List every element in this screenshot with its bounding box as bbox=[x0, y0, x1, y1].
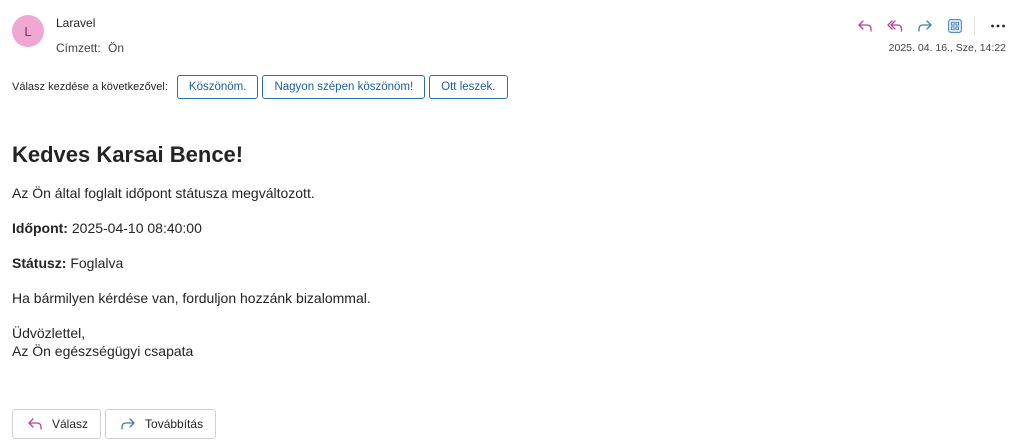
reply-action-button[interactable]: Válasz bbox=[12, 409, 102, 439]
forward-button[interactable] bbox=[910, 14, 940, 38]
forward-action-button[interactable]: Továbbítás bbox=[105, 409, 217, 439]
suggested-replies-label: Válasz kezdése a következővel: bbox=[12, 81, 168, 93]
closing: Üdvözlettel, bbox=[12, 325, 86, 341]
suggested-reply-chip[interactable]: Ott leszek. bbox=[429, 75, 508, 99]
status-line: Státusz: Foglalva bbox=[12, 254, 371, 272]
forward-icon bbox=[121, 418, 135, 430]
recipient-label: Címzett: bbox=[56, 41, 101, 55]
forward-action-label: Továbbítás bbox=[145, 417, 204, 431]
reply-button[interactable] bbox=[850, 14, 880, 38]
message-toolbar bbox=[850, 14, 1013, 38]
suggested-reply-chip[interactable]: Köszönöm. bbox=[176, 75, 259, 99]
forward-icon bbox=[918, 20, 932, 32]
email-reading-pane: L Laravel Címzett: Ön 2025. 04. 16., Sze… bbox=[0, 0, 1025, 446]
message-body: Kedves Karsai Bence! Az Ön által foglalt… bbox=[12, 142, 371, 377]
signature: Az Ön egészségügyi csapata bbox=[12, 343, 194, 359]
sender-name[interactable]: Laravel bbox=[56, 16, 95, 30]
reply-icon bbox=[858, 20, 872, 32]
more-icon bbox=[991, 24, 1005, 28]
apps-button[interactable] bbox=[940, 14, 970, 38]
message-signoff: Üdvözlettel, Az Ön egészségügyi csapata bbox=[12, 324, 371, 360]
more-options-button[interactable] bbox=[983, 14, 1013, 38]
message-datetime: 2025. 04. 16., Sze, 14:22 bbox=[888, 42, 1006, 54]
appointment-value: 2025-04-10 08:40:00 bbox=[71, 220, 202, 236]
reply-action-label: Válasz bbox=[52, 417, 89, 431]
appointment-line: Időpont: 2025-04-10 08:40:00 bbox=[12, 219, 371, 237]
message-actions: Válasz Továbbítás bbox=[12, 409, 220, 439]
apps-icon bbox=[948, 19, 962, 33]
avatar[interactable]: L bbox=[12, 15, 44, 47]
status-label: Státusz: bbox=[12, 255, 67, 271]
reply-icon bbox=[28, 418, 42, 430]
recipient-name[interactable]: Ön bbox=[108, 41, 124, 55]
suggested-reply-chip[interactable]: Nagyon szépen köszönöm! bbox=[262, 75, 426, 99]
reply-all-icon bbox=[887, 20, 903, 32]
suggested-replies: Válasz kezdése a következővel: Köszönöm.… bbox=[12, 75, 512, 99]
recipient-line: Címzett: Ön bbox=[56, 41, 124, 55]
reply-all-button[interactable] bbox=[880, 14, 910, 38]
message-line: Az Ön által foglalt időpont státusza meg… bbox=[12, 185, 315, 201]
message-greeting: Kedves Karsai Bence! bbox=[12, 142, 244, 167]
avatar-initial: L bbox=[24, 23, 32, 39]
toolbar-divider bbox=[974, 17, 975, 35]
appointment-label: Időpont: bbox=[12, 220, 68, 236]
message-line: Ha bármilyen kérdése van, forduljon hozz… bbox=[12, 290, 371, 306]
status-value: Foglalva bbox=[70, 255, 124, 271]
